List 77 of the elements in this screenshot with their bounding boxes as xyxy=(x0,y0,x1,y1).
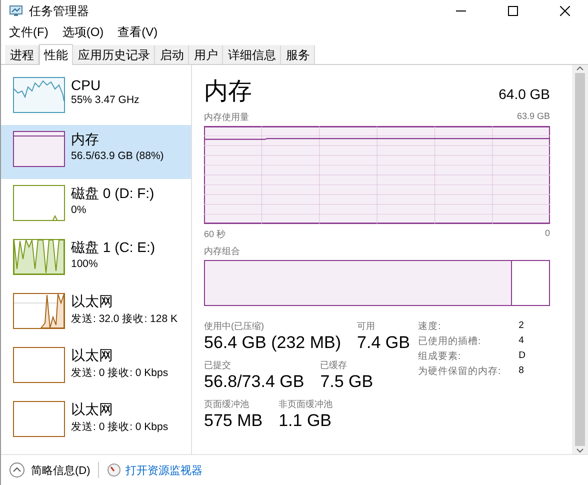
tab[interactable]: 应用历史记录 xyxy=(73,45,155,64)
tab[interactable]: 详细信息 xyxy=(223,45,281,64)
sidebar-title: 磁盘 0 (D: F:) xyxy=(71,185,154,203)
time-axis-end: 0 xyxy=(544,228,550,240)
sidebar-title: 以太网 xyxy=(71,401,114,419)
property-value: 2 xyxy=(518,320,525,333)
stat-label: 可用 xyxy=(357,320,376,333)
sidebar-item[interactable]: 以太网 发送: 32.0 接收: 128 K xyxy=(1,287,191,341)
graph-thumbnail-icon xyxy=(13,401,65,437)
property-label: 已使用的插槽: xyxy=(418,335,482,348)
graph-thumbnail-icon xyxy=(13,293,65,329)
stat-label: 已缓存 xyxy=(320,359,348,372)
sidebar-item[interactable]: 以太网 发送: 0 接收: 0 Kbps xyxy=(1,341,191,395)
summary-button[interactable]: 简略信息(D) xyxy=(9,462,90,478)
scroll-up-icon[interactable] xyxy=(576,65,584,71)
maximize-icon xyxy=(508,6,518,16)
close-icon xyxy=(560,6,570,16)
sidebar-title: CPU xyxy=(71,77,102,93)
scroll-thumb[interactable] xyxy=(575,73,585,446)
stat-value: 1.1 GB xyxy=(278,411,333,431)
stat-value: 7.4 GB xyxy=(357,333,410,353)
gauge-icon xyxy=(107,463,122,477)
resource-monitor-link[interactable]: 打开资源监视器 xyxy=(107,462,202,478)
tab[interactable]: 服务 xyxy=(281,45,315,64)
stat-label: 非页面缓冲池 xyxy=(278,398,333,411)
property-value: D xyxy=(518,350,526,363)
sidebar-subtitle: 0% xyxy=(71,204,88,216)
window-title: 任务管理器 xyxy=(29,2,90,20)
menu-item[interactable]: 文件(F) xyxy=(9,24,48,40)
stat-value: 56.8/73.4 GB xyxy=(204,372,304,392)
menu-item[interactable]: 选项(O) xyxy=(62,24,104,40)
sidebar-item[interactable]: 磁盘 0 (D: F:) 0% xyxy=(1,179,191,233)
graph-thumbnail-icon xyxy=(13,347,65,383)
scrollbar[interactable] xyxy=(572,65,588,454)
menu-item[interactable]: 查看(V) xyxy=(118,24,158,40)
tab[interactable]: 性能 xyxy=(39,44,73,65)
stat-value: 56.4 GB (232 MB) xyxy=(204,333,342,353)
time-axis-start: 60 秒 xyxy=(204,228,226,241)
composition-label: 内存组合 xyxy=(204,245,240,258)
sidebar-subtitle: 100% xyxy=(71,258,99,270)
sidebar-item[interactable]: 内存 56.5/63.9 GB (88%) xyxy=(1,125,191,179)
property-value: 4 xyxy=(518,335,525,348)
collapse-icon xyxy=(9,462,25,478)
sidebar-title: 磁盘 1 (C: E:) xyxy=(71,239,156,257)
graph-max: 63.9 GB xyxy=(516,111,550,123)
stat-value: 575 MB xyxy=(204,411,263,431)
graph-thumbnail-icon xyxy=(13,185,65,221)
scroll-down-icon[interactable] xyxy=(576,448,584,454)
stat-value: 7.5 GB xyxy=(320,372,374,392)
sidebar-subtitle: 发送: 0 接收: 0 Kbps xyxy=(71,420,168,434)
tab[interactable]: 进程 xyxy=(5,45,39,64)
graph-label: 内存使用量 xyxy=(204,111,249,124)
tab[interactable]: 用户 xyxy=(189,45,223,64)
sidebar-item[interactable]: CPU 55% 3.47 GHz xyxy=(1,71,191,125)
graph-thumbnail-icon xyxy=(13,77,65,113)
sidebar-subtitle: 55% 3.47 GHz xyxy=(71,94,140,106)
stat-label: 已提交 xyxy=(204,359,232,372)
stat-label: 使用中(已压缩) xyxy=(204,320,265,333)
property-value: 8 xyxy=(518,365,525,378)
sidebar-title: 以太网 xyxy=(71,347,114,365)
sidebar-subtitle: 56.5/63.9 GB (88%) xyxy=(71,150,164,162)
sidebar-subtitle: 发送: 0 接收: 0 Kbps xyxy=(71,366,168,380)
graph-thumbnail-icon xyxy=(13,131,65,167)
tab[interactable]: 启动 xyxy=(155,45,189,64)
section-title: 内存 xyxy=(204,77,252,107)
sidebar-title: 内存 xyxy=(71,131,100,149)
total-memory: 64.0 GB xyxy=(498,86,550,102)
property-label: 为硬件保留的内存: xyxy=(418,365,501,378)
sidebar-item[interactable]: 磁盘 1 (C: E:) 100% xyxy=(1,233,191,287)
property-label: 组成要素: xyxy=(418,350,462,363)
sidebar-subtitle: 发送: 32.0 接收: 128 K xyxy=(71,312,178,326)
sidebar-title: 以太网 xyxy=(71,293,114,311)
sidebar-item[interactable]: 以太网 发送: 0 接收: 0 Kbps xyxy=(1,395,191,449)
stat-label: 页面缓冲池 xyxy=(204,398,250,411)
graph-thumbnail-icon xyxy=(13,239,65,275)
property-label: 速度: xyxy=(418,320,442,333)
task-manager-icon xyxy=(9,5,23,17)
